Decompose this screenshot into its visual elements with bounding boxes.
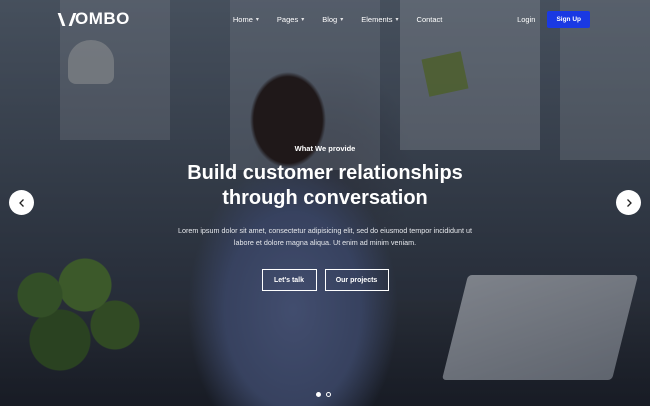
nav-item-home[interactable]: Home ▾ [224, 15, 268, 24]
hero-slider: OMBO Home ▾ Pages ▾ Blog ▾ Elements ▾ Co… [0, 0, 650, 406]
nav-item-label: Pages [276, 14, 299, 24]
nav-item-label: Blog [322, 14, 338, 24]
lets-talk-button[interactable]: Let's talk [261, 269, 317, 291]
nav-item-blog[interactable]: Blog ▾ [313, 15, 352, 24]
our-projects-button[interactable]: Our projects [324, 269, 389, 291]
slider-dots [316, 392, 331, 397]
nav-item-pages[interactable]: Pages ▾ [268, 15, 313, 24]
main-menu: Home ▾ Pages ▾ Blog ▾ Elements ▾ Contact [224, 15, 452, 24]
logo-mark-icon [60, 13, 74, 26]
hero-content: What We provide Build customer relations… [0, 144, 650, 291]
nav-item-contact[interactable]: Contact [408, 15, 452, 24]
chevron-left-icon [18, 198, 24, 207]
nav-item-label: Home [232, 14, 253, 24]
chevron-down-icon: ▾ [395, 16, 399, 23]
chevron-down-icon: ▾ [301, 16, 305, 23]
slider-dot-1[interactable] [316, 392, 321, 397]
hero-title: Build customer relationships through con… [187, 162, 463, 209]
hero-cta-group: Let's talk Our projects [0, 269, 650, 291]
auth-actions: Login Sign Up [517, 10, 590, 28]
login-link[interactable]: Login [517, 15, 535, 24]
nav-item-label: Contact [416, 14, 443, 24]
chevron-down-icon: ▾ [255, 16, 259, 23]
signup-button[interactable]: Sign Up [547, 10, 590, 28]
brand-logo[interactable]: OMBO [60, 9, 130, 29]
slider-next-button[interactable] [616, 190, 641, 215]
nav-item-label: Elements [361, 14, 393, 24]
hero-description: Lorem ipsum dolor sit amet, consectetur … [177, 226, 473, 247]
brand-logo-text: OMBO [75, 9, 130, 28]
hero-eyebrow: What We provide [294, 144, 356, 153]
navbar: OMBO Home ▾ Pages ▾ Blog ▾ Elements ▾ Co… [0, 0, 650, 38]
chevron-down-icon: ▾ [340, 16, 344, 23]
slider-prev-button[interactable] [9, 190, 34, 215]
nav-item-elements[interactable]: Elements ▾ [352, 15, 407, 24]
chevron-right-icon [626, 198, 632, 207]
slider-dot-2[interactable] [326, 392, 331, 397]
